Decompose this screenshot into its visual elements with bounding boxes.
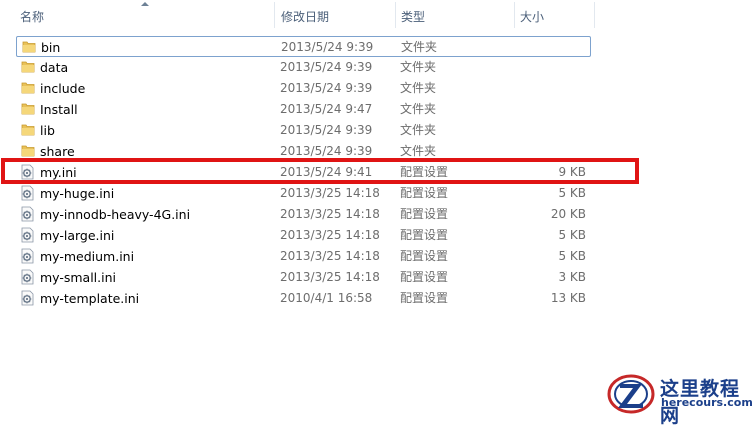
file-type: 文件夹 xyxy=(401,40,438,54)
file-name: my-innodb-heavy-4G.ini xyxy=(40,207,191,222)
file-size: 5 KB xyxy=(558,228,586,242)
file-name: my-huge.ini xyxy=(40,186,115,201)
folder-icon xyxy=(21,102,35,115)
file-date: 2013/3/25 14:18 xyxy=(280,249,380,263)
column-divider[interactable] xyxy=(274,2,275,28)
file-date: 2013/3/25 14:18 xyxy=(280,186,380,200)
file-name: include xyxy=(40,81,86,96)
file-name: my-large.ini xyxy=(40,228,115,243)
folder-icon xyxy=(22,40,36,53)
file-size: 13 KB xyxy=(550,291,586,305)
file-type: 配置设置 xyxy=(400,207,449,221)
file-date: 2013/5/24 9:47 xyxy=(280,102,373,116)
file-row[interactable]: my-large.ini 2013/3/25 14:18 配置设置 5 KB xyxy=(16,225,590,246)
file-size: 20 KB xyxy=(550,207,586,221)
file-row[interactable]: my-template.ini 2010/4/1 16:58 配置设置 13 KB xyxy=(16,288,590,309)
file-date: 2013/5/24 9:39 xyxy=(281,40,374,54)
file-row[interactable]: my-medium.ini 2013/3/25 14:18 配置设置 5 KB xyxy=(16,246,590,267)
file-name: my-medium.ini xyxy=(40,249,135,264)
folder-icon xyxy=(21,60,35,73)
file-row[interactable]: include 2013/5/24 9:39 文件夹 xyxy=(16,78,590,99)
column-header-type[interactable]: 类型 xyxy=(401,0,425,30)
config-file-icon xyxy=(20,248,35,264)
folder-icon xyxy=(21,123,35,136)
config-file-icon xyxy=(20,185,35,201)
folder-icon xyxy=(21,81,35,94)
column-header-name[interactable]: 名称 xyxy=(20,0,44,30)
file-name: data xyxy=(40,60,69,75)
file-row[interactable]: lib 2013/5/24 9:39 文件夹 xyxy=(16,120,590,141)
file-row[interactable]: my-small.ini 2013/3/25 14:18 配置设置 3 KB xyxy=(16,267,590,288)
file-date: 2013/3/25 14:18 xyxy=(280,228,380,242)
file-row[interactable]: my-huge.ini 2013/3/25 14:18 配置设置 5 KB xyxy=(16,183,590,204)
config-file-icon xyxy=(20,269,35,285)
column-header-date[interactable]: 修改日期 xyxy=(281,0,329,30)
highlight-box xyxy=(1,158,639,184)
file-date: 2013/3/25 14:18 xyxy=(280,270,380,284)
config-file-icon xyxy=(20,227,35,243)
file-name: bin xyxy=(41,40,61,55)
file-type: 文件夹 xyxy=(400,123,437,137)
column-divider[interactable] xyxy=(395,2,396,28)
watermark-url: herecours.com xyxy=(661,396,753,409)
file-name: Install xyxy=(40,102,78,117)
column-header-bar: 名称 修改日期 类型 大小 xyxy=(0,0,753,30)
column-divider[interactable] xyxy=(594,2,595,28)
watermark-logo: 这里教程网 herecours.com xyxy=(605,372,753,427)
file-date: 2013/5/24 9:39 xyxy=(280,123,373,137)
file-date: 2013/5/24 9:39 xyxy=(280,81,373,95)
config-file-icon xyxy=(20,206,35,222)
file-type: 配置设置 xyxy=(400,249,449,263)
file-type: 配置设置 xyxy=(400,186,449,200)
file-type: 配置设置 xyxy=(400,228,449,242)
file-type: 配置设置 xyxy=(400,291,449,305)
file-name: lib xyxy=(40,123,55,138)
config-file-icon xyxy=(20,290,35,306)
file-date: 2013/3/25 14:18 xyxy=(280,207,380,221)
file-size: 5 KB xyxy=(558,249,586,263)
file-row[interactable]: bin 2013/5/24 9:39 文件夹 xyxy=(16,36,591,57)
file-date: 2013/5/24 9:39 xyxy=(280,60,373,74)
file-row[interactable]: Install 2013/5/24 9:47 文件夹 xyxy=(16,99,590,120)
sort-ascending-icon xyxy=(141,2,149,6)
file-size: 3 KB xyxy=(558,270,586,284)
z-logo-icon xyxy=(607,374,655,414)
file-name: my-small.ini xyxy=(40,270,117,285)
column-header-size[interactable]: 大小 xyxy=(520,0,544,30)
folder-icon xyxy=(21,144,35,157)
file-type: 配置设置 xyxy=(400,270,449,284)
file-type: 文件夹 xyxy=(400,102,437,116)
file-size: 5 KB xyxy=(558,186,586,200)
file-row[interactable]: my-innodb-heavy-4G.ini 2013/3/25 14:18 配置设… xyxy=(16,204,590,225)
file-date: 2010/4/1 16:58 xyxy=(280,291,373,305)
file-type: 文件夹 xyxy=(400,81,437,95)
file-name: my-template.ini xyxy=(40,291,140,306)
column-divider[interactable] xyxy=(514,2,515,28)
file-type: 文件夹 xyxy=(400,60,437,74)
file-row[interactable]: data 2013/5/24 9:39 文件夹 xyxy=(16,57,590,78)
